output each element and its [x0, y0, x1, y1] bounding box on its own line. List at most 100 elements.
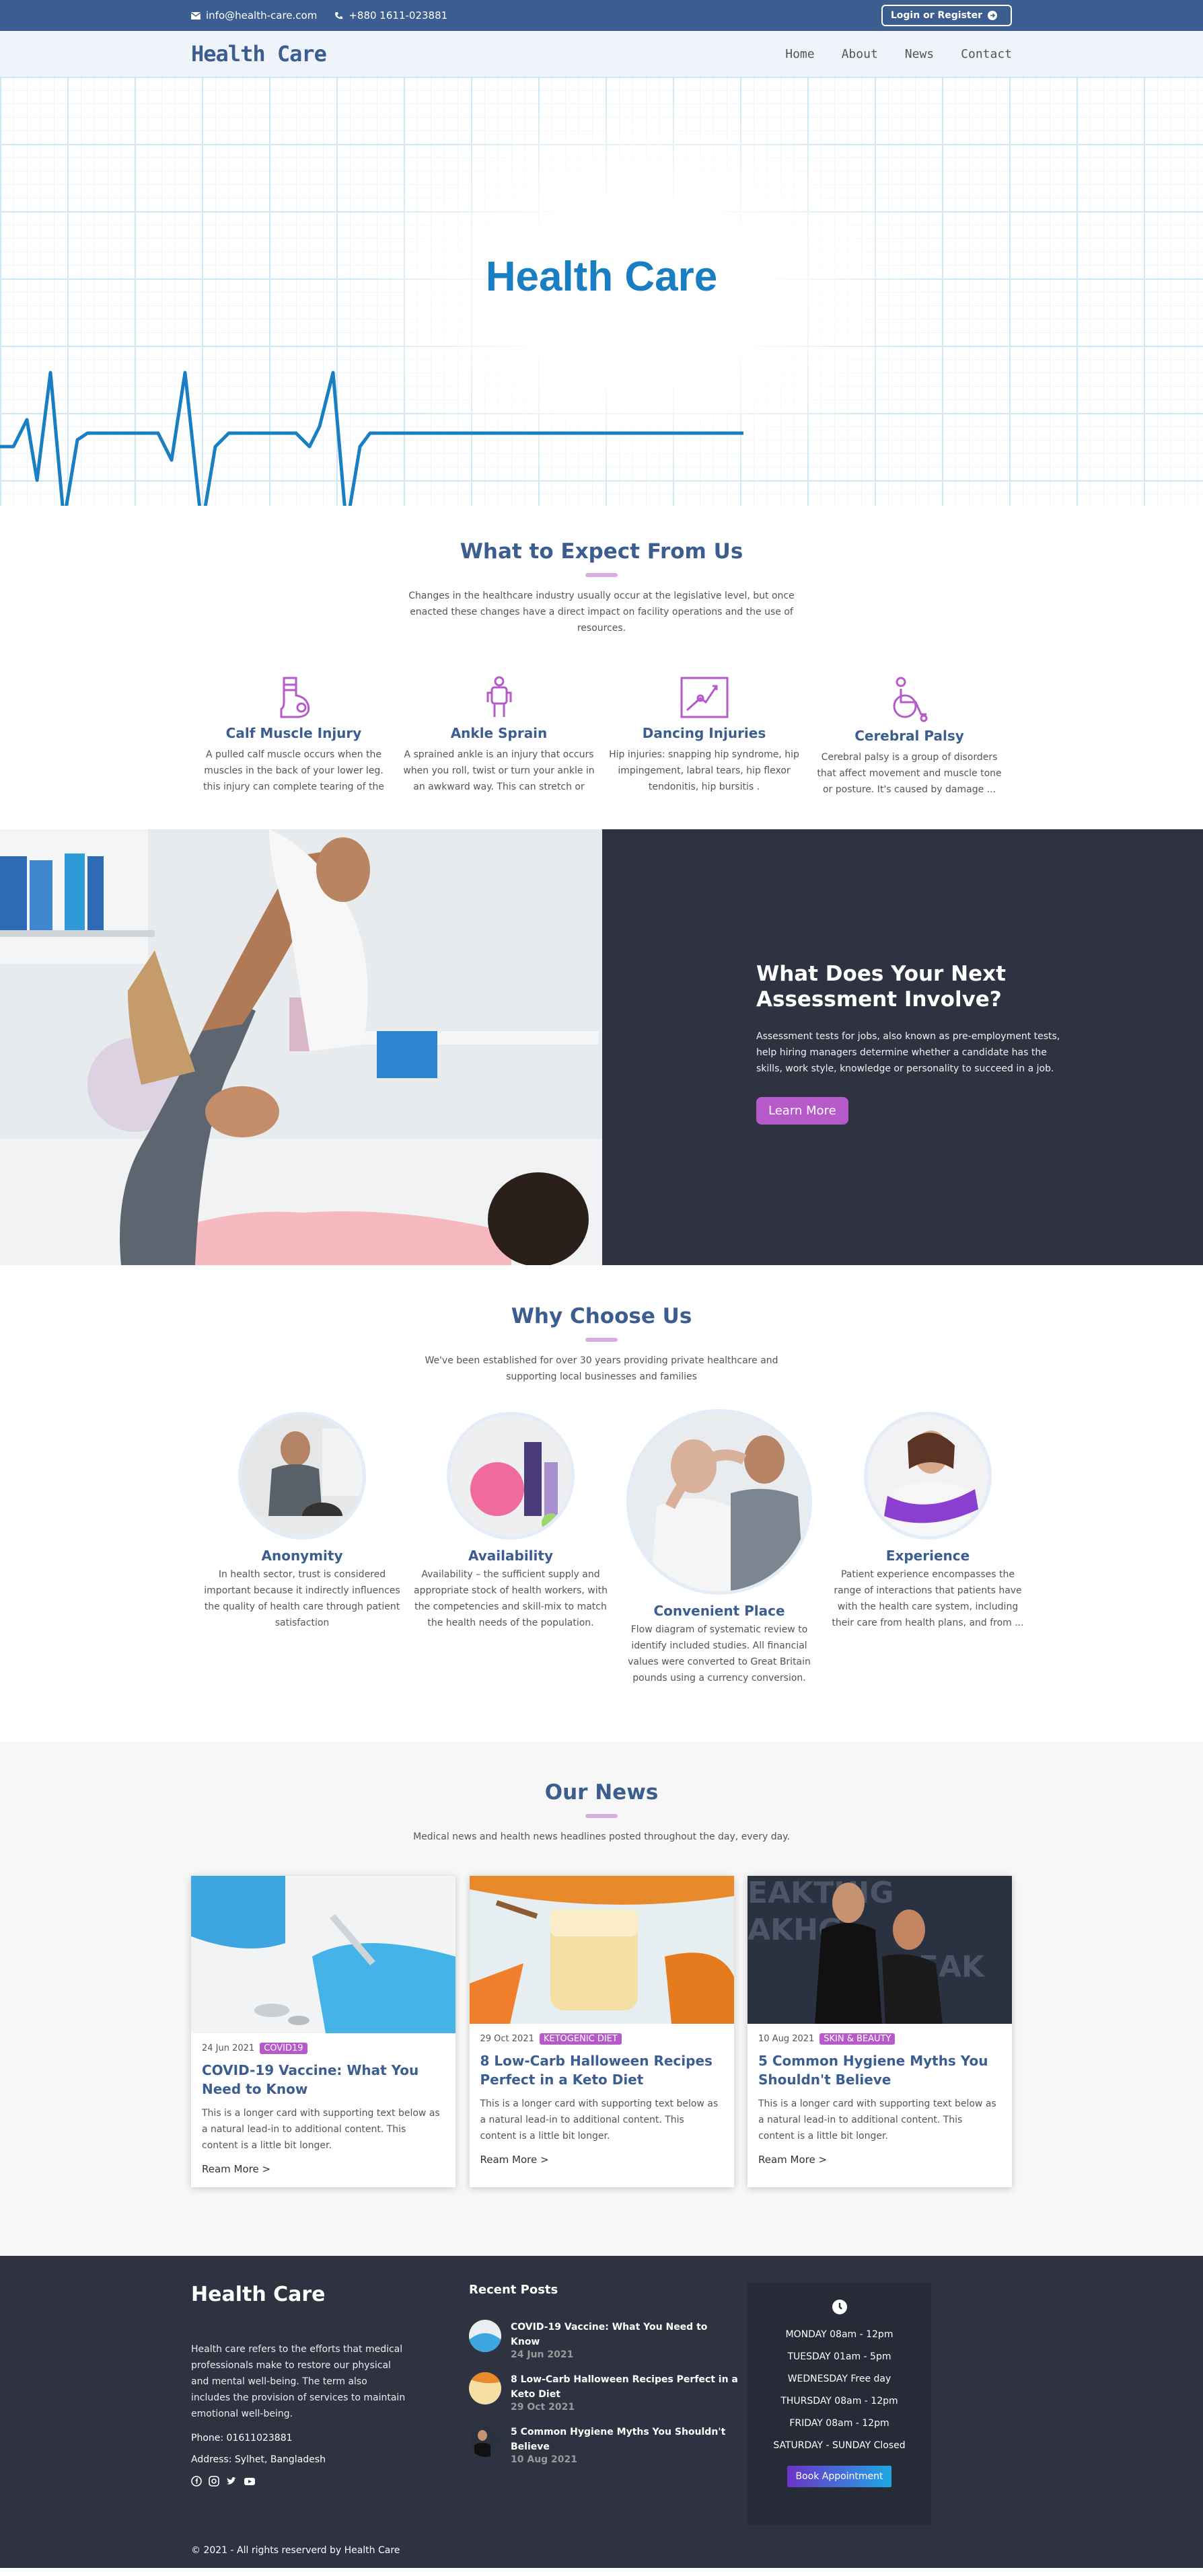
- news-image-vaccine: [191, 1876, 455, 2033]
- news-date: 29 Oct 2021: [480, 2034, 534, 2044]
- footer-description: Health care refers to the efforts that m…: [191, 2344, 406, 2419]
- news-title[interactable]: COVID-19 Vaccine: What You Need to Know: [202, 2061, 445, 2098]
- hours-friday: FRIDAY 08am - 12pm: [789, 2418, 889, 2429]
- brand-logo[interactable]: Health Care: [191, 41, 327, 67]
- feature-title: Calf Muscle Injury: [225, 725, 362, 741]
- recent-post-title[interactable]: COVID-19 Vaccine: What You Need to Know: [511, 2320, 738, 2349]
- why-title: Anonymity: [261, 1548, 343, 1564]
- hours-weekend: SATURDAY - SUNDAY Closed: [773, 2440, 906, 2451]
- youtube-icon[interactable]: [244, 2476, 256, 2487]
- news-image-keto: [469, 1876, 734, 2024]
- nav-menu: Home About News Contact: [785, 47, 1012, 61]
- why-text: Availability – the sufficient supply and…: [414, 1569, 608, 1628]
- recent-post-title[interactable]: 8 Low-Carb Halloween Recipes Perfect in …: [511, 2372, 738, 2402]
- news-date: 24 Jun 2021: [202, 2043, 255, 2053]
- section-title: Our News: [544, 1780, 659, 1805]
- feature-list: Calf Muscle Injury A pulled calf muscle …: [191, 675, 1012, 798]
- why-title: Convenient Place: [653, 1603, 785, 1619]
- xray-icon: [680, 677, 728, 718]
- news-title[interactable]: 5 Common Hygiene Myths You Shouldn't Bel…: [758, 2051, 1001, 2089]
- recent-post[interactable]: 5 Common Hygiene Myths You Shouldn't Bel…: [469, 2425, 738, 2465]
- nav-item-home[interactable]: Home: [785, 47, 814, 61]
- read-more-link[interactable]: Ream More >: [758, 2154, 1001, 2166]
- title-underline: [585, 1338, 618, 1342]
- email-contact[interactable]: info@health-care.com: [191, 9, 317, 22]
- svg-text:EAKTHIG: EAKTHIG: [748, 1876, 894, 1910]
- nav-item-about[interactable]: About: [842, 47, 878, 61]
- feature-card: Calf Muscle Injury A pulled calf muscle …: [191, 675, 396, 798]
- top-bar: info@health-care.com +880 1611-023881 Lo…: [0, 0, 1203, 31]
- section-subtitle: Medical news and health news headlines p…: [413, 1831, 790, 1842]
- envelope-icon: [191, 11, 200, 20]
- availability-photo: [447, 1412, 575, 1540]
- hours-wednesday: WEDNESDAY Free day: [787, 2374, 891, 2384]
- footer-recent-posts: Recent Posts COVID-19 Vaccine: What You …: [469, 2283, 738, 2465]
- learn-more-button[interactable]: Learn More: [756, 1097, 848, 1125]
- news-image-hygiene: EAKTHIG AKHG REAK: [748, 1876, 1012, 2024]
- news-card[interactable]: 24 Jun 2021 COVID19 COVID-19 Vaccine: Wha…: [191, 1876, 455, 2187]
- why-text: In health sector, trust is considered im…: [204, 1569, 400, 1628]
- news-tag[interactable]: COVID19: [260, 2043, 307, 2054]
- hours-monday: MONDAY 08am - 12pm: [785, 2329, 894, 2340]
- phone-text: +880 1611-023881: [349, 9, 448, 22]
- hours-thursday: THURSDAY 08am - 12pm: [780, 2396, 898, 2407]
- feature-card: Dancing Injuries Hip injuries: snapping …: [602, 675, 807, 798]
- news-card[interactable]: EAKTHIG AKHG REAK 10 Aug 2021 SKIN & BEAUTY…: [748, 1876, 1012, 2187]
- instagram-icon[interactable]: [209, 2476, 219, 2487]
- feature-title: Dancing Injuries: [642, 725, 766, 741]
- footer-address: Address: Sylhet, Bangladesh: [191, 2454, 326, 2465]
- expect-section: What to Expect From Us Changes in the he…: [0, 506, 1203, 829]
- assessment-section: What Does Your Next Assessment Involve? …: [0, 829, 1203, 1265]
- leg-cast-icon: [280, 677, 309, 718]
- title-underline: [585, 1814, 618, 1818]
- assessment-text: Assessment tests for jobs, also known as…: [756, 1031, 1060, 1074]
- recent-posts-title: Recent Posts: [469, 2283, 558, 2297]
- physiotherapy-image: [0, 829, 602, 1265]
- login-label: Login or Register: [890, 10, 982, 21]
- social-links: [191, 2476, 406, 2487]
- recent-post[interactable]: COVID-19 Vaccine: What You Need to Know 2…: [469, 2320, 738, 2360]
- footer-about: Health Care Health care refers to the ef…: [191, 2283, 406, 2487]
- why-section: Why Choose Us We've been established for…: [0, 1265, 1203, 1741]
- nav-item-contact[interactable]: Contact: [961, 47, 1012, 61]
- read-more-link[interactable]: Ream More >: [480, 2154, 723, 2166]
- section-subtitle: We've been established for over 30 years…: [425, 1355, 778, 1382]
- person-icon: [486, 676, 511, 717]
- news-section: Our News Medical news and health news he…: [0, 1741, 1203, 2256]
- news-tag[interactable]: SKIN & BEAUTY: [819, 2033, 896, 2045]
- login-register-button[interactable]: Login or Register: [881, 5, 1012, 26]
- phone-icon: [335, 11, 343, 19]
- news-tag[interactable]: KETOGENIC DIET: [539, 2033, 622, 2045]
- hero-title: Health Care: [485, 254, 718, 300]
- therapy-photo: [0, 829, 602, 1265]
- opening-hours: MONDAY 08am - 12pm TUESDAY 01am - 5pm WE…: [748, 2283, 931, 2525]
- news-title[interactable]: 8 Low-Carb Halloween Recipes Perfect in …: [480, 2051, 723, 2089]
- arrow-circle-right-icon: [988, 11, 997, 20]
- facebook-icon[interactable]: [191, 2476, 202, 2487]
- twitter-icon[interactable]: [226, 2476, 237, 2487]
- assessment-title: What Does Your Next Assessment Involve?: [756, 962, 1006, 1012]
- anonymity-photo: [238, 1412, 366, 1540]
- phone-contact[interactable]: +880 1611-023881: [334, 9, 447, 22]
- feature-title: Ankle Sprain: [450, 725, 548, 741]
- nav-item-news[interactable]: News: [905, 47, 934, 61]
- read-more-link[interactable]: Ream More >: [202, 2163, 445, 2175]
- why-text: Flow diagram of systematic review to ide…: [628, 1624, 811, 1683]
- site-footer: Health Care Health care refers to the ef…: [0, 2256, 1203, 2568]
- why-card: Convenient Place Flow diagram of systema…: [608, 1409, 830, 1686]
- news-card[interactable]: 29 Oct 2021 KETOGENIC DIET 8 Low-Carb Hal…: [469, 1876, 734, 2187]
- wheelchair-icon: [893, 677, 927, 722]
- copyright: © 2021 - All rights reserverd by Health …: [191, 2545, 400, 2556]
- why-card: Availability Availability – the sufficie…: [400, 1412, 622, 1631]
- footer-brand: Health Care: [191, 2283, 326, 2306]
- why-title: Availability: [468, 1548, 553, 1564]
- recent-post-thumb: [469, 2320, 501, 2352]
- news-excerpt: This is a longer card with supporting te…: [758, 2098, 996, 2142]
- recent-post-thumb: [469, 2425, 501, 2457]
- recent-post[interactable]: 8 Low-Carb Halloween Recipes Perfect in …: [469, 2372, 738, 2413]
- recent-post-date: 10 Aug 2021: [511, 2454, 578, 2465]
- book-appointment-button[interactable]: Book Appointment: [787, 2466, 891, 2487]
- recent-post-thumb: [469, 2372, 501, 2404]
- recent-post-title[interactable]: 5 Common Hygiene Myths You Shouldn't Bel…: [511, 2425, 738, 2454]
- feature-text: Cerebral palsy is a group of disorders t…: [817, 752, 1002, 795]
